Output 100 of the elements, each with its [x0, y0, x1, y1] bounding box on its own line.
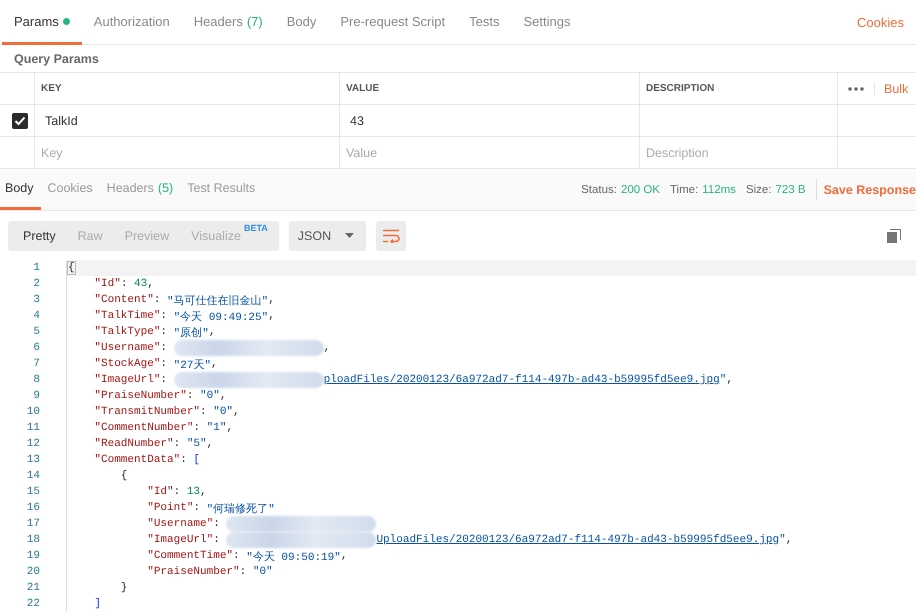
url-link[interactable]: ploadFiles/20200123/6a972ad7-f114-497b-ad43-b59995fd5ee9.jpg: [324, 374, 720, 386]
request-tab[interactable]: Params: [2, 0, 82, 45]
request-tab[interactable]: Settings: [511, 0, 582, 45]
line-number: 22: [26, 598, 41, 610]
response-tab[interactable]: Headers (5): [100, 169, 180, 210]
line-number: 15: [26, 486, 41, 498]
line-number: 3: [32, 294, 41, 306]
code-token: "PraiseNumber": [93, 390, 187, 402]
key-input[interactable]: Key: [41, 137, 339, 168]
code-token: "Point": [146, 502, 194, 514]
response-tab[interactable]: Cookies: [40, 169, 100, 210]
code-token: "ImageUrl": [146, 534, 214, 546]
line-number: 12: [26, 438, 41, 450]
line-number: 8: [32, 374, 41, 386]
save-response-button[interactable]: Save Response: [816, 179, 916, 200]
code-token: "Username": [93, 342, 160, 354]
response-tab[interactable]: Test Results: [180, 169, 262, 210]
code-token: "0": [213, 406, 234, 418]
code-token: ": [720, 374, 726, 386]
more-icon[interactable]: [848, 86, 864, 90]
request-tab[interactable]: Pre-request Script: [328, 0, 458, 45]
column-header: DESCRIPTION: [646, 83, 714, 94]
code-token: {: [120, 470, 128, 482]
code-token: ,: [786, 534, 792, 546]
code-token: ,: [268, 310, 275, 322]
code-token: :: [160, 342, 168, 354]
view-mode-tab[interactable]: Pretty: [8, 228, 67, 242]
code-token: "Id": [93, 278, 121, 290]
request-tab[interactable]: Headers (7): [182, 0, 275, 45]
line-number: 5: [32, 326, 41, 338]
meta-label: Time:: [670, 184, 698, 196]
code-token: ,: [226, 422, 234, 434]
code-token: ,: [211, 358, 218, 370]
beta-label: BETA: [244, 222, 268, 232]
line-number: 4: [32, 310, 41, 322]
code-token: ]: [93, 598, 102, 610]
meta-label: Status:: [581, 184, 617, 196]
code-token: "Id": [146, 486, 174, 498]
value-input[interactable]: Value: [346, 137, 639, 168]
table-cell-text: 43: [349, 114, 364, 128]
code-token: "何瑞修死了": [206, 502, 275, 516]
description-input[interactable]: Description: [646, 137, 837, 168]
line-number: 13: [26, 454, 41, 466]
line-number: 10: [26, 406, 41, 418]
code-token: "今天 09:49:25": [174, 310, 268, 324]
code-token: ,: [726, 374, 733, 386]
cookies-link[interactable]: Cookies: [857, 14, 904, 30]
code-token: "27天": [174, 358, 212, 372]
code-token: :: [160, 358, 168, 370]
code-token: ": [779, 534, 786, 546]
view-mode-tab[interactable]: Preview: [114, 228, 180, 242]
table-cell-text: TalkId: [44, 114, 78, 128]
url-link[interactable]: UploadFiles/20200123/6a972ad7-f114-497b-ad43-b59995fd5ee9.jpg: [376, 534, 780, 546]
code-token: :: [186, 390, 194, 402]
request-tab[interactable]: Authorization: [82, 0, 182, 45]
view-mode-tab[interactable]: Raw: [66, 228, 114, 242]
code-token: ,: [324, 342, 330, 354]
code-token: ,: [200, 486, 207, 498]
code-token: [: [193, 454, 200, 466]
code-token: "TalkType": [93, 326, 160, 338]
line-number: 19: [26, 550, 41, 562]
meta-value: 200 OK: [620, 184, 660, 196]
code-token: ,: [147, 278, 154, 290]
code-token: "1": [206, 422, 226, 434]
checkbox[interactable]: [12, 112, 28, 128]
line-number: 18: [26, 534, 41, 546]
code-token: ,: [268, 294, 275, 306]
line-number: 21: [26, 582, 41, 594]
code-token: :: [160, 374, 168, 386]
code-token: :: [213, 534, 221, 546]
code-token: "0": [200, 390, 220, 402]
bulk-edit-link[interactable]: Bulk: [874, 82, 908, 96]
code-token: :: [174, 438, 182, 450]
request-tab[interactable]: Tests: [457, 0, 512, 45]
code-token: "5": [186, 438, 207, 450]
code-token: :: [193, 422, 202, 434]
code-token: {: [68, 262, 75, 274]
line-number: 6: [32, 342, 41, 354]
code-token: "马可仕住在旧金山": [167, 294, 268, 308]
code-token: :: [120, 278, 128, 290]
code-token: "ReadNumber": [93, 438, 174, 450]
code-token: 13: [186, 486, 200, 498]
copy-icon[interactable]: [887, 228, 901, 242]
code-token: "CommentTime": [146, 550, 234, 562]
request-tab[interactable]: Body: [274, 0, 328, 45]
meta-label: Size:: [746, 184, 772, 196]
column-header: VALUE: [346, 83, 380, 94]
line-number: 11: [26, 422, 41, 434]
code-token: :: [160, 310, 168, 322]
tab-count: (7): [246, 14, 263, 28]
line-number: 14: [26, 470, 41, 482]
wrap-lines-button[interactable]: [376, 220, 406, 250]
code-token: :: [174, 486, 182, 498]
meta-value: 723 B: [776, 184, 806, 196]
format-dropdown[interactable]: JSON: [288, 220, 366, 250]
line-number: 20: [26, 566, 41, 578]
code-token: "Username": [146, 518, 214, 530]
code-token: "TransmitNumber": [93, 406, 200, 418]
code-token: ,: [220, 390, 226, 402]
code-token: "CommentNumber": [93, 422, 194, 434]
